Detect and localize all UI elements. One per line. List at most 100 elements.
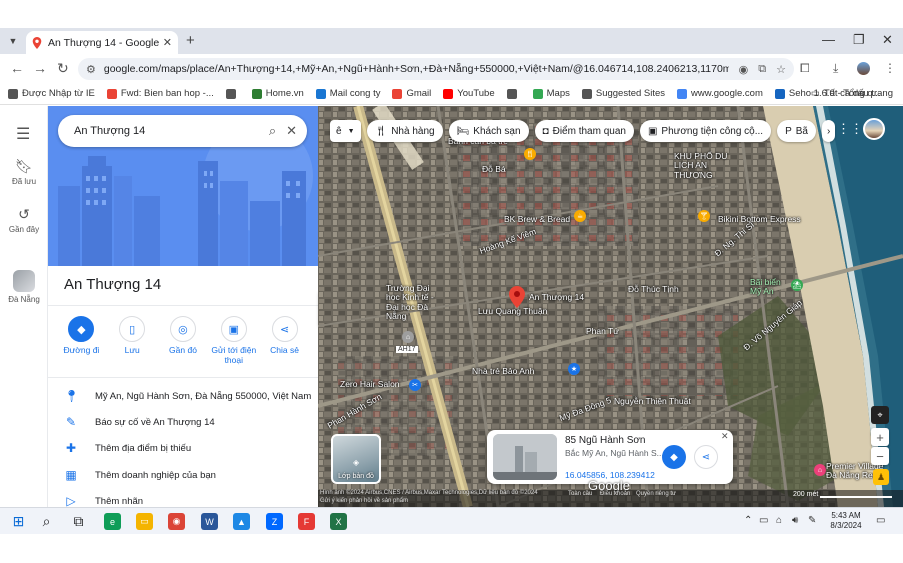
task-view-icon[interactable]: ⧉	[70, 513, 87, 530]
minimize-button[interactable]: —	[822, 32, 835, 47]
bookmark-item[interactable]: Suggested Sites	[581, 88, 665, 99]
bookmark-item[interactable]: Fwd: Bien ban hop -...	[106, 88, 214, 99]
bookmark-star-icon[interactable]: ☆	[776, 63, 786, 76]
info-row[interactable]: ▷ Thêm nhãn	[48, 488, 318, 507]
profile-avatar[interactable]	[857, 62, 870, 75]
zalo-icon[interactable]: Z	[266, 513, 283, 530]
chip-restaurant[interactable]: 🍴︎ Nhà hàng	[366, 120, 443, 142]
search-input[interactable]: An Thượng 14	[74, 125, 259, 137]
edge-icon[interactable]: e	[104, 513, 121, 530]
nursery-poi-icon[interactable]: ★	[568, 363, 580, 375]
language-icon[interactable]: ✎	[808, 515, 816, 526]
search-icon[interactable]: ⌕	[269, 123, 276, 139]
photos-icon[interactable]: ▲	[233, 513, 250, 530]
map-label[interactable]: Đỗ Thúc Tịnh	[628, 284, 679, 294]
download-icon[interactable]: ⤓	[833, 61, 838, 76]
chip-transit[interactable]: ▣ Phương tiện công cộ...	[639, 120, 772, 142]
tab-close-icon[interactable]: ✕	[163, 36, 172, 49]
tab-search-chevron-icon[interactable]: ▼	[4, 32, 22, 50]
zoom-in-button[interactable]: +	[871, 428, 889, 446]
map-label[interactable]: AH17	[396, 346, 418, 353]
street-view-thumbnail[interactable]	[493, 434, 557, 480]
info-row[interactable]: ▦ Thêm doanh nghiệp của bạn	[48, 462, 318, 488]
install-app-icon[interactable]: ⧉	[758, 63, 766, 76]
action-send-to-phone[interactable]: ▣ Gửi tới điện thoại	[208, 316, 259, 365]
share-icon[interactable]: ⋖	[694, 445, 718, 469]
input-tools-button[interactable]: ê ▼	[330, 120, 361, 142]
rail-recent-place[interactable]: Đà Nẵng	[0, 270, 48, 304]
action-share[interactable]: ⋖ Chia sẻ	[259, 316, 310, 365]
account-avatar[interactable]	[863, 118, 885, 140]
map-label[interactable]: Trường Đại học Kinh tế - Đại học Đà Nẵng	[386, 283, 442, 321]
excel-icon[interactable]: X	[330, 513, 347, 530]
pegman-icon[interactable]: ♟︎	[873, 469, 889, 485]
more-menu-icon[interactable]: ⋮	[884, 61, 896, 75]
salon-poi-icon[interactable]: ✂︎	[409, 379, 421, 391]
map-label[interactable]: BK Brew & Bread	[504, 214, 570, 224]
info-row[interactable]: ✚ Thêm địa điểm bị thiếu	[48, 435, 318, 461]
place-preview-card[interactable]: 85 Ngũ Hành Sơn Bắc Mỹ An, Ngũ Hành S...…	[487, 430, 733, 484]
red-location-pin-icon[interactable]	[509, 286, 525, 308]
hamburger-menu-icon[interactable]: ☰	[16, 124, 30, 144]
search-box[interactable]: An Thượng 14 ⌕ ✕	[58, 115, 307, 147]
chip-parking[interactable]: P Bã	[777, 120, 816, 142]
search-icon[interactable]: ⌕	[38, 513, 55, 530]
word-icon[interactable]: W	[201, 513, 218, 530]
directions-icon[interactable]: ◆	[662, 445, 686, 469]
my-location-icon[interactable]: ⌖	[871, 406, 889, 424]
zoom-out-button[interactable]: −	[871, 447, 889, 465]
bookmark-item[interactable]: www.google.com	[677, 88, 763, 99]
restore-button[interactable]: ❐	[853, 32, 865, 48]
feedback-link[interactable]: Gửi ý kiến phản hồi về sản phẩm	[320, 498, 408, 504]
bookmark-item[interactable]: Được Nhập từ IE	[8, 88, 95, 99]
map-label[interactable]: Bikini Bottom Express	[718, 214, 801, 224]
map-label[interactable]: Bãi biển Mỹ An	[750, 277, 794, 297]
system-clock[interactable]: 5:43 AM 8/3/2024	[826, 511, 866, 532]
rail-recent[interactable]: ↺ Gần đây	[0, 206, 48, 234]
url-text[interactable]: google.com/maps/place/An+Thượng+14,+Mỹ+A…	[104, 63, 729, 75]
clear-search-icon[interactable]: ✕	[286, 123, 297, 139]
footer-link[interactable]: Toàn cầu	[568, 491, 592, 497]
footer-link[interactable]: Quyền riêng tư	[636, 491, 676, 497]
map-label[interactable]: An Thượng 14	[529, 292, 584, 302]
bookmark-item[interactable]: Maps	[532, 88, 570, 99]
chip-hotel[interactable]: 🛏︎ Khách sạn	[448, 120, 529, 142]
hotel-poi-icon[interactable]: ⌂	[814, 464, 826, 476]
cafe-poi-icon[interactable]: ☕︎	[574, 210, 586, 222]
info-row[interactable]: ✎ Báo sự cố về An Thượng 14	[48, 409, 318, 435]
school-poi-icon[interactable]: ⌂	[402, 331, 414, 343]
new-tab-button[interactable]: +	[186, 32, 195, 49]
map-label[interactable]: Lưu Quang Thuận	[478, 306, 547, 316]
bookmark-item[interactable]	[225, 88, 240, 99]
tab-active[interactable]: An Thượng 14 - Google Maps ✕	[26, 31, 178, 54]
map-label[interactable]: Phan Tứ	[586, 326, 619, 336]
foxit-icon[interactable]: F	[298, 513, 315, 530]
map-label[interactable]: Zero Hair Salon	[340, 379, 400, 389]
footer-link[interactable]: Điều khoản	[600, 491, 630, 497]
layers-button[interactable]: ◈ Lớp bản đồ	[331, 434, 381, 484]
bookmark-item[interactable]: Mail cong ty	[315, 88, 380, 99]
close-card-icon[interactable]: ✕	[721, 431, 729, 442]
action-bookmark[interactable]: ▯ Lưu	[107, 316, 158, 365]
notifications-icon[interactable]: ▭	[876, 515, 885, 526]
reload-button[interactable]: ↻	[57, 60, 69, 77]
map-label[interactable]: KHU PHỐ DU LỊCH AN THƯỢNG	[674, 151, 744, 180]
battery-icon[interactable]: ▭	[759, 515, 768, 526]
chip-camera[interactable]: ◘ Điểm tham quan	[534, 120, 634, 142]
map-label[interactable]: Nguyễn Thiện Thuật	[614, 396, 691, 406]
bookmark-item[interactable]: YouTube	[443, 88, 495, 99]
show-hidden-icons[interactable]: ⌃	[744, 515, 752, 526]
chips-next-icon[interactable]: ›	[821, 120, 836, 142]
scale-label[interactable]: 200 mét	[793, 491, 818, 498]
back-button[interactable]: ←	[10, 60, 24, 76]
extensions-icon[interactable]: ⧠	[800, 61, 810, 76]
volume-icon[interactable]: 🔊︎	[792, 515, 798, 526]
file-explorer-icon[interactable]: ▭	[136, 513, 153, 530]
close-window-button[interactable]: ✕	[882, 32, 893, 48]
network-icon[interactable]: ⌂	[776, 515, 782, 526]
chrome-icon[interactable]: ◉	[168, 513, 185, 530]
all-bookmarks-button[interactable]: ▭ Tất cả dấu trang	[811, 88, 893, 99]
action-directions[interactable]: ◆ Đường đi	[56, 316, 107, 365]
site-info-icon[interactable]: ⚙	[86, 63, 96, 76]
forward-button[interactable]: →	[33, 60, 47, 76]
